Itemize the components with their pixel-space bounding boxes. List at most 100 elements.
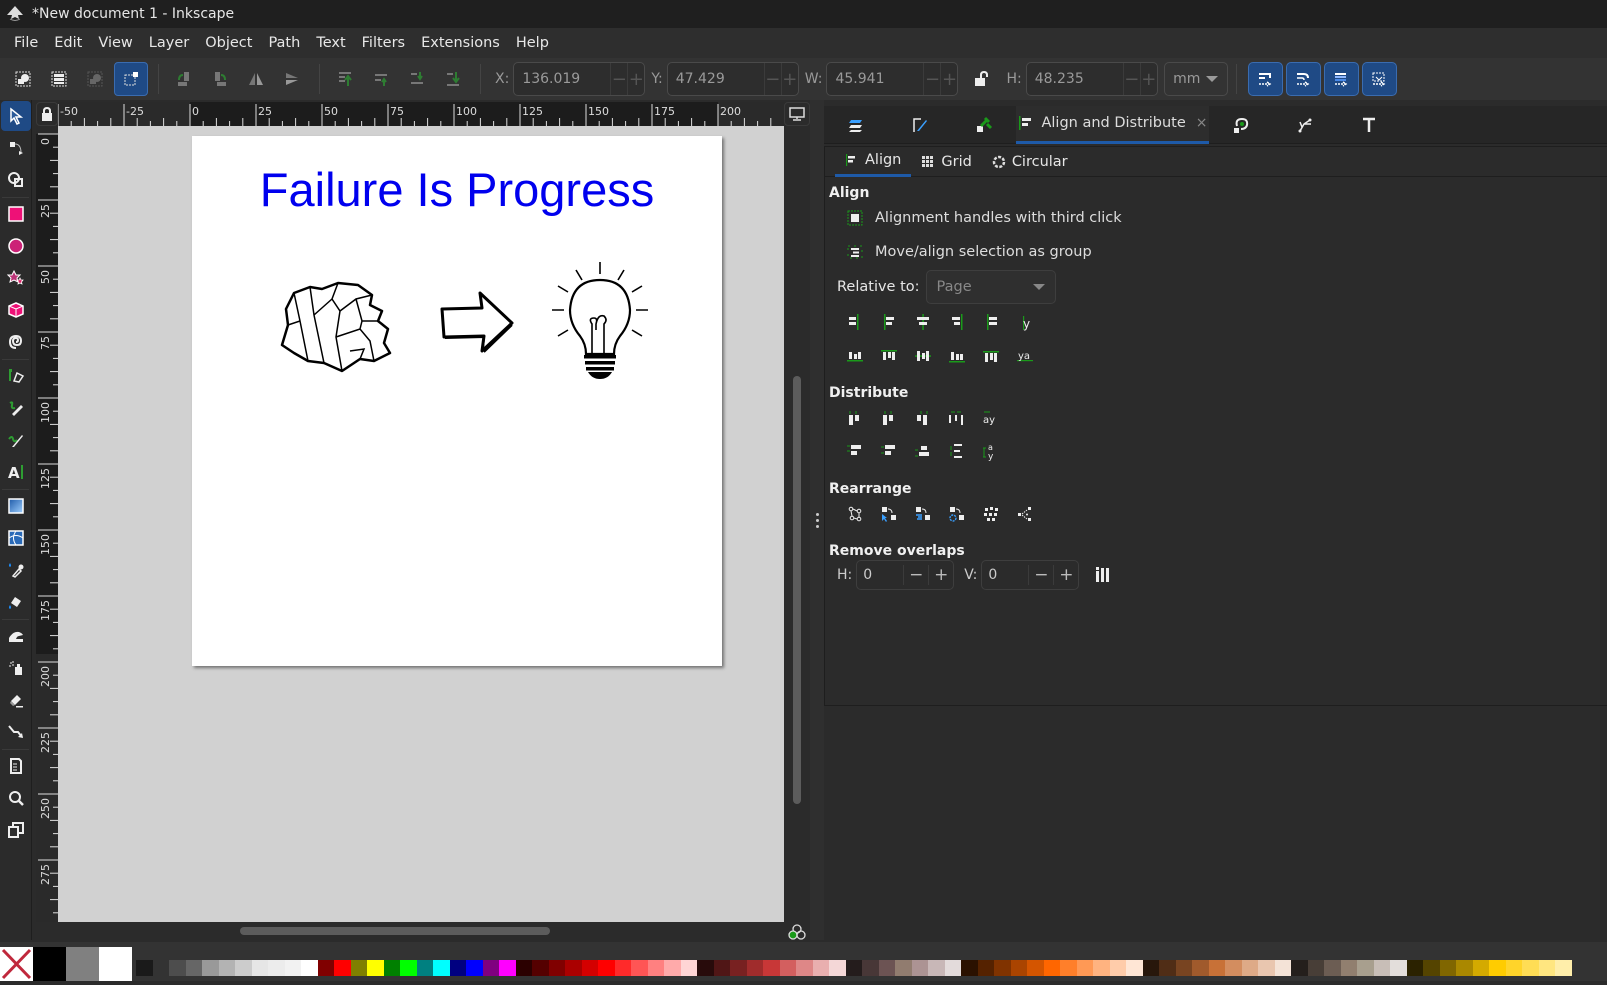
distribute-top-edges-button[interactable] bbox=[845, 442, 865, 462]
palette-swatch[interactable] bbox=[1010, 960, 1027, 976]
palette-swatch[interactable] bbox=[383, 960, 400, 976]
palette-swatch[interactable] bbox=[1423, 960, 1440, 976]
distribute-right-edges-button[interactable] bbox=[913, 408, 933, 428]
palette-swatch[interactable] bbox=[1324, 960, 1341, 976]
crumpled-paper-drawing[interactable] bbox=[280, 281, 392, 376]
overlap-v-value[interactable]: 0 bbox=[982, 567, 1028, 583]
palette-swatch[interactable] bbox=[1126, 960, 1143, 976]
no-paint-swatch[interactable] bbox=[0, 947, 33, 981]
swatch-black[interactable] bbox=[33, 947, 66, 981]
palette-swatch[interactable] bbox=[1373, 960, 1390, 976]
palette-swatch[interactable] bbox=[647, 960, 664, 976]
exchange-stacking-order-button[interactable] bbox=[913, 504, 933, 524]
vertical-scrollbar[interactable] bbox=[784, 126, 810, 922]
light-bulb-drawing[interactable] bbox=[548, 258, 652, 380]
display-mode-button[interactable] bbox=[784, 102, 810, 126]
overlap-v-decrement[interactable]: − bbox=[1028, 565, 1053, 585]
palette-swatch[interactable] bbox=[746, 960, 763, 976]
palette-swatch[interactable] bbox=[730, 960, 747, 976]
rotate-cw-button[interactable] bbox=[203, 62, 237, 96]
palette-swatch[interactable] bbox=[1142, 960, 1159, 976]
vertical-scrollbar-thumb[interactable] bbox=[793, 376, 801, 804]
h-field[interactable]: 48.235− + bbox=[1025, 62, 1158, 96]
overlap-h-field[interactable]: 0− + bbox=[856, 560, 955, 590]
tool-tweak[interactable] bbox=[1, 621, 31, 651]
palette-swatch[interactable] bbox=[1357, 960, 1374, 976]
palette-swatch[interactable] bbox=[1456, 960, 1473, 976]
x-increment[interactable]: + bbox=[627, 63, 644, 95]
align-top-to-bottom-edge-button[interactable] bbox=[981, 346, 1001, 366]
select-all-layers-button[interactable] bbox=[42, 62, 76, 96]
unclump-button[interactable] bbox=[1015, 504, 1035, 524]
align-text-anchors-horizontal-button[interactable]: y bbox=[1015, 312, 1035, 332]
overlap-h-decrement[interactable]: − bbox=[903, 565, 928, 585]
tool-star[interactable] bbox=[1, 263, 31, 293]
overlap-h-value[interactable]: 0 bbox=[857, 567, 903, 583]
y-value[interactable]: 47.429 bbox=[668, 71, 764, 87]
palette-swatch[interactable] bbox=[1060, 960, 1077, 976]
align-bottom-edges-button[interactable] bbox=[947, 346, 967, 366]
tool-3d-box[interactable] bbox=[1, 295, 31, 325]
w-decrement[interactable]: − bbox=[923, 63, 940, 95]
palette-swatch[interactable] bbox=[284, 960, 301, 976]
page[interactable]: Failure Is Progress bbox=[192, 136, 722, 666]
deselect-button[interactable] bbox=[78, 62, 112, 96]
palette-swatch[interactable] bbox=[185, 960, 202, 976]
select-all-button[interactable] bbox=[6, 62, 40, 96]
palette-swatch[interactable] bbox=[301, 960, 318, 976]
tool-selector[interactable] bbox=[1, 101, 31, 131]
palette-swatch[interactable] bbox=[1538, 960, 1555, 976]
palette-swatch[interactable] bbox=[548, 960, 565, 976]
distribute-bottom-edges-button[interactable] bbox=[913, 442, 933, 462]
swatch-white[interactable] bbox=[99, 947, 132, 981]
tool-spiral[interactable] bbox=[1, 327, 31, 357]
tool-gradient[interactable] bbox=[1, 491, 31, 521]
scale-corners-button[interactable] bbox=[1285, 62, 1321, 96]
align-left-to-right-edge-button[interactable] bbox=[981, 312, 1001, 332]
palette-swatch[interactable] bbox=[697, 960, 714, 976]
palette-swatch[interactable] bbox=[416, 960, 433, 976]
palette-swatch[interactable] bbox=[796, 960, 813, 976]
menu-extensions[interactable]: Extensions bbox=[413, 35, 508, 51]
palette-swatch[interactable] bbox=[713, 960, 730, 976]
palette-swatch[interactable] bbox=[862, 960, 879, 976]
menu-view[interactable]: View bbox=[90, 35, 140, 51]
touch-select-button[interactable] bbox=[114, 62, 148, 96]
menu-text[interactable]: Text bbox=[308, 35, 353, 51]
palette-swatch[interactable] bbox=[763, 960, 780, 976]
center-horizontally-button[interactable] bbox=[913, 312, 933, 332]
x-field[interactable]: 136.019− + bbox=[513, 62, 646, 96]
distribute-gaps-horizontal-button[interactable] bbox=[947, 408, 967, 428]
menu-object[interactable]: Object bbox=[197, 35, 260, 51]
tool-pen[interactable] bbox=[1, 361, 31, 391]
palette-swatch[interactable] bbox=[598, 960, 615, 976]
palette-swatch[interactable] bbox=[218, 960, 235, 976]
palette-swatch[interactable] bbox=[482, 960, 499, 976]
x-value[interactable]: 136.019 bbox=[514, 71, 610, 87]
align-bottom-to-top-edge-button[interactable] bbox=[845, 346, 865, 366]
subtab-circular[interactable]: Circular bbox=[982, 147, 1078, 177]
flip-horizontal-button[interactable] bbox=[239, 62, 273, 96]
palette-swatch[interactable] bbox=[779, 960, 796, 976]
tool-pencil[interactable] bbox=[1, 393, 31, 423]
palette-swatch[interactable] bbox=[1027, 960, 1044, 976]
palette-swatch[interactable] bbox=[1555, 960, 1572, 976]
horizontal-ruler[interactable]: -50 -25 0 25 50 75 100 125 150 175 200 bbox=[58, 102, 784, 126]
palette-swatch[interactable] bbox=[631, 960, 648, 976]
lower-button[interactable] bbox=[400, 62, 434, 96]
palette-swatch[interactable] bbox=[565, 960, 582, 976]
palette-swatch[interactable] bbox=[1109, 960, 1126, 976]
lower-to-bottom-button[interactable] bbox=[436, 62, 470, 96]
palette-swatch[interactable] bbox=[878, 960, 895, 976]
canvas[interactable]: Failure Is Progress bbox=[58, 126, 784, 922]
palette-swatch[interactable] bbox=[581, 960, 598, 976]
subtab-align[interactable]: Align bbox=[835, 147, 912, 177]
palette-swatch[interactable] bbox=[944, 960, 961, 976]
palette-swatch[interactable] bbox=[911, 960, 928, 976]
randomize-positions-button[interactable] bbox=[981, 504, 1001, 524]
h-value[interactable]: 48.235 bbox=[1027, 71, 1123, 87]
y-field[interactable]: 47.429− + bbox=[666, 62, 799, 96]
palette-swatch[interactable] bbox=[1093, 960, 1110, 976]
guides-lock-button[interactable] bbox=[36, 102, 58, 126]
w-field[interactable]: 45.941− + bbox=[826, 62, 959, 96]
